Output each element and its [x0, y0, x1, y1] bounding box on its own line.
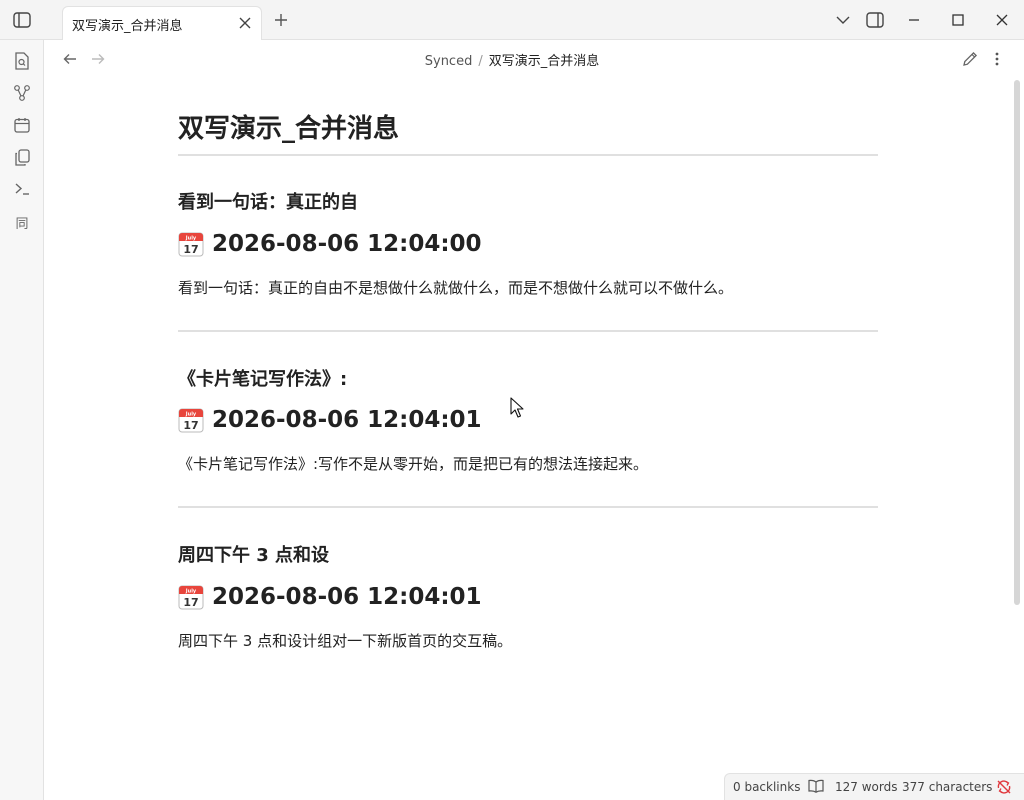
- status-bar: 0 backlinks 127 words 377 characters: [724, 773, 1024, 800]
- calendar-month: July: [185, 412, 197, 418]
- divider: [178, 506, 878, 508]
- sync-plugin-label: 同: [15, 216, 29, 232]
- sync-error-icon[interactable]: [996, 779, 1012, 798]
- left-ribbon: 同: [0, 40, 44, 800]
- plus-icon[interactable]: [270, 9, 292, 31]
- calendar-month: July: [185, 236, 197, 242]
- copy-icon[interactable]: [10, 145, 34, 169]
- word-count: 127 words: [835, 780, 898, 794]
- terminal-icon[interactable]: [10, 177, 34, 201]
- maximize-icon[interactable]: [946, 8, 970, 32]
- entry-timestamp-heading: July 17 2026-08-06 12:04:01: [178, 584, 482, 610]
- entry-timestamp-heading: July 17 2026-08-06 12:04:00: [178, 231, 482, 257]
- book-icon[interactable]: [808, 779, 824, 796]
- entry-body: 周四下午 3 点和设计组对一下新版首页的交互稿。: [178, 632, 513, 650]
- window-close-icon[interactable]: [990, 8, 1014, 32]
- breadcrumb-separator: /: [478, 54, 483, 69]
- breadcrumb-current[interactable]: 双写演示_合并消息: [489, 54, 600, 69]
- divider: [178, 330, 878, 332]
- divider: [178, 154, 878, 156]
- entry-timestamp: 2026-08-06 12:04:01: [212, 584, 482, 610]
- calendar-month: July: [185, 589, 197, 595]
- backlinks-count[interactable]: 0 backlinks: [733, 780, 800, 794]
- tab-title: 双写演示_合并消息: [72, 19, 183, 34]
- calendar-day: 17: [183, 243, 198, 256]
- entry-heading: 周四下午 3 点和设: [178, 545, 330, 566]
- graph-icon[interactable]: [10, 81, 34, 105]
- calendar-day: 17: [183, 419, 198, 432]
- mouse-cursor-icon: [510, 397, 524, 419]
- entry-body: 《卡片笔记写作法》:写作不是从零开始，而是把已有的想法连接起来。: [178, 455, 649, 473]
- calendar-icon[interactable]: [10, 113, 34, 137]
- character-count: 377 characters: [902, 780, 993, 794]
- entry-timestamp-heading: July 17 2026-08-06 12:04:01: [178, 407, 482, 433]
- entry-heading: 看到一句话：真正的自: [178, 192, 358, 213]
- entry-timestamp: 2026-08-06 12:04:00: [212, 231, 482, 257]
- panel-right-icon[interactable]: [863, 8, 887, 32]
- sync-plugin-button[interactable]: 同: [10, 210, 34, 234]
- entry-heading: 《卡片笔记写作法》:: [178, 369, 348, 390]
- breadcrumb: Synced / 双写演示_合并消息: [0, 50, 1024, 69]
- note-title: 双写演示_合并消息: [178, 114, 400, 144]
- close-icon[interactable]: [237, 15, 253, 31]
- entry-timestamp: 2026-08-06 12:04:01: [212, 407, 482, 433]
- calendar-icon: July 17: [178, 407, 204, 433]
- title-bar: 双写演示_合并消息: [0, 0, 1024, 40]
- breadcrumb-folder[interactable]: Synced: [425, 54, 473, 69]
- entry-body: 看到一句话：真正的自由不是想做什么就做什么，而是不想做什么就可以不做什么。: [178, 279, 734, 297]
- scrollbar-thumb[interactable]: [1014, 80, 1020, 605]
- chevron-down-icon[interactable]: [831, 8, 855, 32]
- calendar-icon: July 17: [178, 231, 204, 257]
- calendar-day: 17: [183, 596, 198, 609]
- tab-active-note[interactable]: 双写演示_合并消息: [62, 6, 262, 40]
- calendar-icon: July 17: [178, 584, 204, 610]
- minimize-icon[interactable]: [902, 8, 926, 32]
- sidebar-toggle-icon[interactable]: [8, 6, 36, 34]
